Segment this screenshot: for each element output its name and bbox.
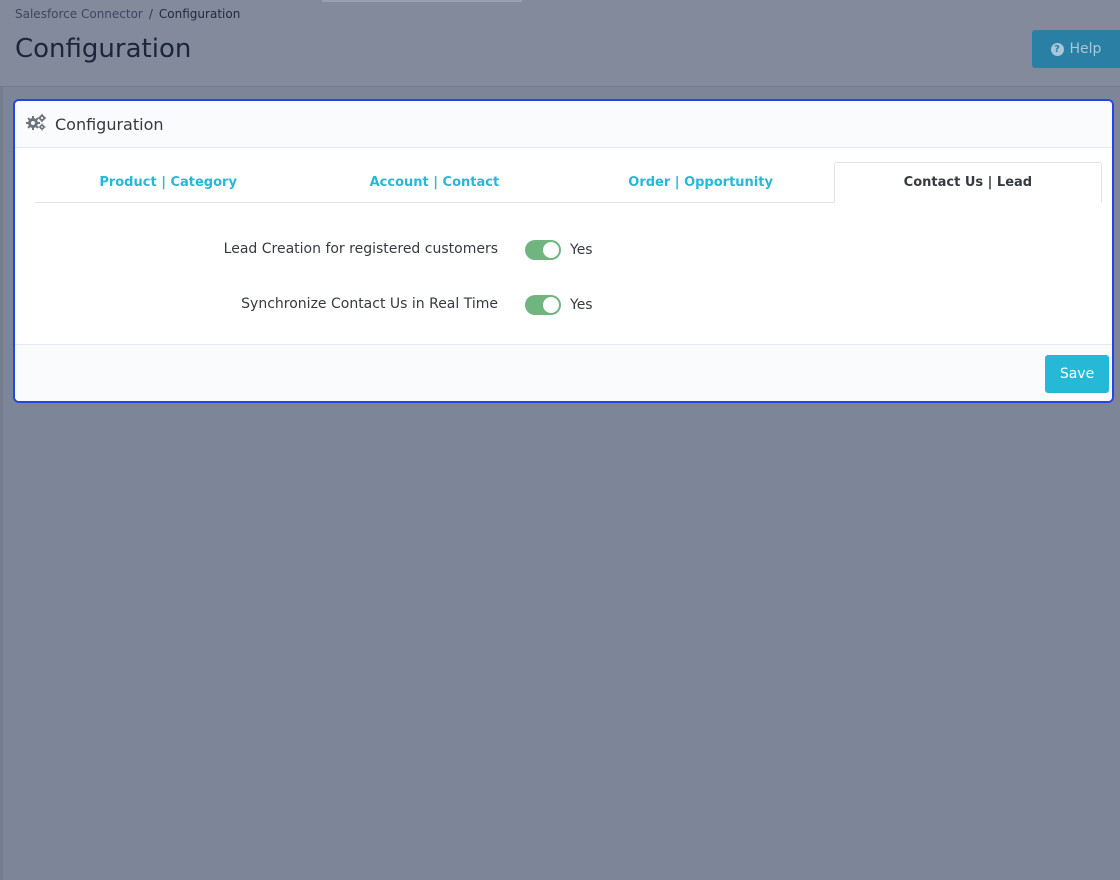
panel-footer: Save [15,344,1112,401]
breadcrumb: Salesforce Connector / Configuration [15,7,240,21]
panel-heading: Configuration [15,101,1112,148]
lead-creation-toggle[interactable] [525,240,561,260]
tab-bar: Product | Category Account | Contact Ord… [35,162,1102,203]
setting-label: Synchronize Contact Us in Real Time [241,296,498,312]
page-title: Configuration [15,34,192,64]
toggle-knob [543,297,559,313]
setting-label: Lead Creation for registered customers [223,241,498,257]
setting-row-lead-creation: Lead Creation for registered customers Y… [15,234,1112,264]
configuration-panel: Configuration Product | Category Account… [13,99,1114,403]
top-strip [322,0,522,2]
tab-order-opportunity[interactable]: Order | Opportunity [568,162,834,202]
page-header: Salesforce Connector / Configuration Confi… [0,0,1120,87]
breadcrumb-parent-link[interactable]: Salesforce Connector [15,7,143,21]
panel-title: Configuration [55,114,164,134]
help-button[interactable]: ? Help [1032,30,1120,68]
tab-account-contact[interactable]: Account | Contact [301,162,567,202]
question-circle-icon: ? [1050,42,1064,56]
help-button-label: Help [1069,41,1102,57]
breadcrumb-current: Configuration [158,7,241,21]
sync-contact-us-toggle[interactable] [525,295,561,315]
breadcrumb-separator: / [148,7,153,21]
toggle-value-label: Yes [570,242,593,258]
cogs-icon [25,113,47,135]
setting-row-sync-contact-us: Synchronize Contact Us in Real Time Yes [15,289,1112,319]
save-button[interactable]: Save [1045,355,1109,393]
tab-contact-us-lead[interactable]: Contact Us | Lead [833,162,1102,203]
left-edge [0,0,3,880]
tab-product-category[interactable]: Product | Category [35,162,301,202]
toggle-value-label: Yes [570,297,593,313]
toggle-knob [543,242,559,258]
